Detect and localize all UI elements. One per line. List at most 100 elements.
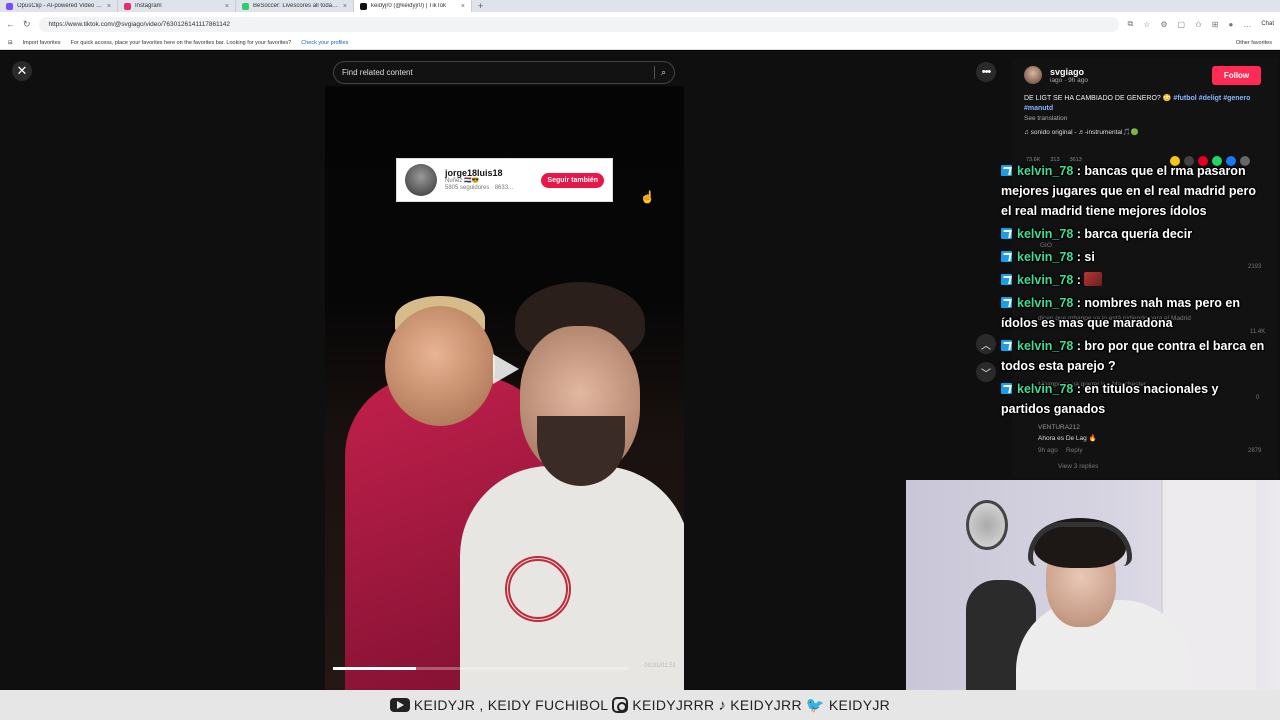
suggested-account-sub1: Nuñez 🇳🇱😎 bbox=[445, 178, 479, 185]
chat-text: : bbox=[1073, 273, 1085, 287]
new-tab-button[interactable]: + bbox=[472, 1, 489, 11]
chat-badge-icon bbox=[1001, 165, 1012, 176]
close-tab-icon[interactable]: × bbox=[225, 3, 229, 10]
tab-favicon bbox=[360, 2, 367, 10]
view-replies-link[interactable]: View 3 replies bbox=[1058, 463, 1098, 470]
chat-message: kelvin_78 : nombres nah mas pero en ídol… bbox=[1001, 293, 1269, 333]
tiktok-text: KEIDYJRR bbox=[730, 697, 802, 713]
chat-username: kelvin_78 bbox=[1017, 273, 1074, 287]
url-text: https://www.tiktok.com/@svgiago/video/76… bbox=[48, 20, 231, 28]
chevron-up-icon[interactable]: ︿ bbox=[976, 334, 996, 354]
search-icon[interactable]: ⌕ bbox=[661, 67, 666, 78]
browser-tab-2[interactable]: Instagram × bbox=[118, 0, 236, 12]
split-screen-icon[interactable]: ▢ bbox=[1178, 20, 1186, 29]
browser-tab-4[interactable]: keidyjr0 (@keidyjr0) | TikTok × bbox=[354, 0, 472, 12]
chat-message: kelvin_78 : si bbox=[1001, 247, 1269, 267]
tab-title: OpusClip - AI-powered Video Re... bbox=[17, 3, 103, 9]
author-name[interactable]: svgiago bbox=[1050, 67, 1088, 77]
browser-tab-1[interactable]: OpusClip - AI-powered Video Re... × bbox=[0, 0, 118, 12]
youtube-icon bbox=[389, 698, 410, 712]
read-aloud-icon[interactable]: ⧉ bbox=[1127, 19, 1133, 29]
url-field[interactable]: https://www.tiktok.com/@svgiago/video/76… bbox=[38, 16, 1120, 32]
collapse-icon[interactable]: ⊟ bbox=[8, 40, 13, 46]
search-input[interactable]: Find related content bbox=[342, 68, 654, 77]
instagram-text: KEIDYJRRR bbox=[632, 697, 715, 713]
chat-username: kelvin_78 bbox=[1017, 296, 1074, 310]
video-progress-fill bbox=[333, 667, 416, 670]
comment-text: Ahora es De Lag 🔥 bbox=[1038, 435, 1097, 442]
suggested-account-card: jorge18luis18 Nuñez 🇳🇱😎 5805 seguidores … bbox=[396, 158, 613, 202]
chat-emote-image bbox=[1084, 272, 1103, 286]
tab-title: BeSoccer: Livescores all today's live... bbox=[253, 3, 339, 9]
favorites-hint: For quick access, place your favorites h… bbox=[70, 39, 292, 46]
description-text: DE LIGT SE HA CAMBIADO DE GENERO? 😳 bbox=[1024, 95, 1172, 102]
copilot-chat-button[interactable]: Chat bbox=[1261, 21, 1274, 27]
close-icon[interactable]: ✕ bbox=[12, 61, 32, 81]
import-favorites-button[interactable]: Import favorites bbox=[23, 40, 61, 46]
shirt-print bbox=[505, 556, 571, 622]
social-handles-bar: KEIDYJR , KEIDY FUCHIBOL KEIDYJRRR ♪ KEID… bbox=[0, 690, 1280, 720]
comment-like-count[interactable]: 2879 bbox=[1248, 448, 1261, 454]
chat-badge-icon bbox=[1001, 383, 1012, 394]
instagram-handle: KEIDYJRRR bbox=[612, 697, 714, 713]
video-progress-bar[interactable] bbox=[333, 667, 628, 670]
search-divider bbox=[653, 66, 655, 79]
author-meta: iago · 9h ago bbox=[1050, 76, 1088, 84]
hand-cursor-icon: ☝ bbox=[640, 190, 655, 204]
more-options-icon[interactable]: ••• bbox=[976, 62, 996, 82]
comment-author[interactable]: VENTURA212 bbox=[1038, 424, 1080, 431]
browser-tab-3[interactable]: BeSoccer: Livescores all today's live...… bbox=[236, 0, 354, 12]
reply-link[interactable]: Reply bbox=[1066, 447, 1083, 454]
tiktok-handle: ♪ KEIDYJRR bbox=[718, 697, 801, 714]
profile-icon[interactable]: ● bbox=[1228, 20, 1233, 29]
favorite-star-icon[interactable]: ☆ bbox=[1143, 20, 1150, 29]
tab-favicon bbox=[124, 2, 131, 10]
video-author[interactable]: svgiago iago · 9h ago bbox=[1024, 66, 1088, 84]
close-tab-icon[interactable]: × bbox=[461, 3, 465, 10]
instagram-icon bbox=[612, 697, 629, 713]
check-profiles-link[interactable]: Check your profiles bbox=[301, 40, 348, 46]
follow-also-button[interactable]: Seguir también bbox=[541, 172, 604, 188]
headphones-icon bbox=[1028, 522, 1132, 566]
chat-text: : si bbox=[1073, 250, 1095, 264]
browser-tab-bar: OpusClip - AI-powered Video Re... × Insta… bbox=[0, 0, 1280, 12]
suggested-account-sub2: 5805 seguidores · 8633... bbox=[445, 185, 514, 192]
real-madrid-crest-icon bbox=[966, 500, 1008, 550]
chat-badge-icon bbox=[1001, 251, 1012, 262]
chevron-down-icon[interactable]: ﹀ bbox=[976, 362, 996, 382]
chat-username: kelvin_78 bbox=[1017, 164, 1074, 178]
chat-message: kelvin_78 : bbox=[1001, 270, 1269, 290]
see-translation-link[interactable]: See translation bbox=[1024, 115, 1067, 122]
search-bar[interactable]: Find related content ⌕ bbox=[333, 61, 675, 84]
youtube-handle: KEIDYJR , KEIDY FUCHIBOL bbox=[389, 697, 609, 713]
play-icon[interactable] bbox=[493, 354, 519, 384]
video-description: DE LIGT SE HA CAMBIADO DE GENERO? 😳 #fut… bbox=[1024, 94, 1264, 114]
other-favorites-button[interactable]: Other favorites bbox=[1236, 40, 1272, 46]
follow-button[interactable]: Follow bbox=[1212, 66, 1261, 85]
avatar[interactable] bbox=[1024, 66, 1042, 84]
refresh-icon[interactable]: ↻ bbox=[23, 19, 31, 30]
chat-text: : barca quería decir bbox=[1073, 227, 1193, 241]
video-creator-shirt bbox=[460, 466, 684, 690]
collections-icon[interactable]: ⊞ bbox=[1212, 20, 1219, 29]
chat-badge-icon bbox=[1001, 340, 1012, 351]
music-link[interactable]: ♫ sonido original - ♬-instrumental🎵🟢 bbox=[1024, 128, 1139, 136]
close-tab-icon[interactable]: × bbox=[107, 3, 111, 10]
avatar bbox=[405, 164, 437, 196]
stream-chat-overlay: kelvin_78 : bancas que el rma pasaron me… bbox=[1001, 161, 1269, 422]
chat-badge-icon bbox=[1001, 274, 1012, 285]
favorites-icon[interactable]: ✩ bbox=[1195, 20, 1202, 29]
youtube-text: KEIDYJR , KEIDY FUCHIBOL bbox=[413, 697, 609, 713]
chat-message: kelvin_78 : bro por que contra el barca … bbox=[1001, 336, 1269, 376]
tiktok-icon: ♪ bbox=[718, 696, 727, 714]
twitter-handle: 🐦 KEIDYJR bbox=[806, 696, 890, 714]
chat-username: kelvin_78 bbox=[1017, 227, 1074, 241]
chat-message: kelvin_78 : bancas que el rma pasaron me… bbox=[1001, 161, 1269, 221]
favorites-bar: ⊟ Import favorites For quick access, pla… bbox=[0, 36, 1280, 50]
extensions-icon[interactable]: ⚙ bbox=[1160, 20, 1167, 29]
close-tab-icon[interactable]: × bbox=[343, 3, 347, 10]
back-icon[interactable]: ← bbox=[6, 19, 15, 29]
menu-icon[interactable]: … bbox=[1243, 20, 1251, 29]
twitter-text: KEIDYJR bbox=[828, 697, 891, 713]
twitter-icon: 🐦 bbox=[805, 697, 825, 714]
